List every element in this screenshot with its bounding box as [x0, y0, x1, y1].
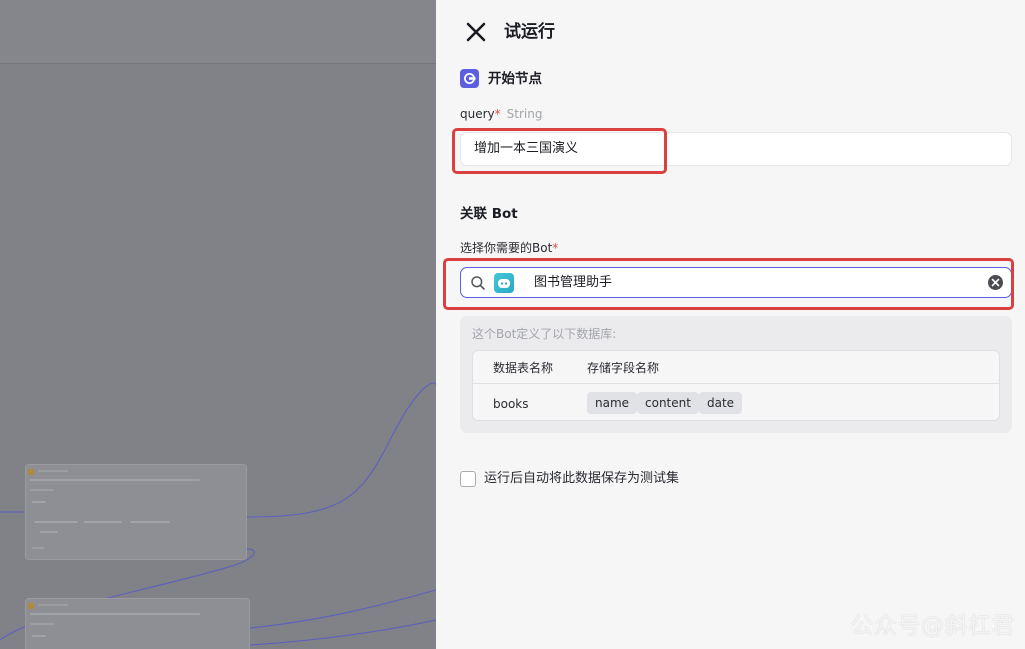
- save-as-testset-label: 运行后自动将此数据保存为测试集: [484, 471, 680, 486]
- column-header-table-name: 数据表名称: [493, 361, 554, 375]
- required-mark: *: [494, 107, 501, 121]
- workflow-canvas-overlay[interactable]: [0, 0, 436, 649]
- query-input[interactable]: 增加一本三国演义: [460, 132, 1012, 166]
- field-tag: content: [637, 392, 699, 414]
- table-header: 数据表名称 存储字段名称: [473, 351, 999, 384]
- query-field-name: query: [460, 107, 495, 121]
- selected-bot-name: 图书管理助手: [534, 275, 613, 290]
- save-as-testset-option[interactable]: 运行后自动将此数据保存为测试集: [460, 470, 679, 488]
- database-table: 数据表名称 存储字段名称 books name content date: [472, 350, 1000, 421]
- query-field-label: query* String: [460, 106, 542, 122]
- start-node-title: 开始节点: [488, 71, 542, 87]
- required-mark: *: [552, 241, 559, 255]
- query-field-type: String: [506, 107, 543, 121]
- panel-title: 试运行: [504, 22, 555, 42]
- save-as-testset-checkbox[interactable]: [460, 471, 476, 487]
- bot-select-label: 选择你需要的Bot*: [460, 240, 558, 256]
- search-icon: [470, 275, 486, 291]
- watermark: 公众号@斜杠君: [850, 613, 1015, 639]
- clear-icon[interactable]: [988, 275, 1003, 290]
- workflow-node[interactable]: [25, 598, 250, 649]
- table-name-cell: books: [493, 397, 529, 411]
- bot-section-title: 关联 Bot: [460, 206, 518, 222]
- test-run-panel: 试运行 开始节点 query* String 增加一本三国演义 关联 Bot 选择…: [436, 0, 1025, 649]
- database-caption: 这个Bot定义了以下数据库:: [472, 327, 617, 341]
- start-node-icon: [460, 69, 479, 88]
- database-info-box: 这个Bot定义了以下数据库: 数据表名称 存储字段名称 books name c…: [460, 316, 1012, 433]
- close-icon[interactable]: [464, 20, 488, 44]
- column-header-fields: 存储字段名称: [587, 361, 660, 375]
- bot-select[interactable]: 图书管理助手: [460, 267, 1012, 298]
- bot-avatar-icon: [494, 273, 514, 293]
- field-tag: date: [699, 392, 743, 414]
- field-tag: name: [587, 392, 638, 414]
- workflow-node[interactable]: [25, 464, 247, 560]
- bot-select-label-text: 选择你需要的Bot: [460, 241, 553, 255]
